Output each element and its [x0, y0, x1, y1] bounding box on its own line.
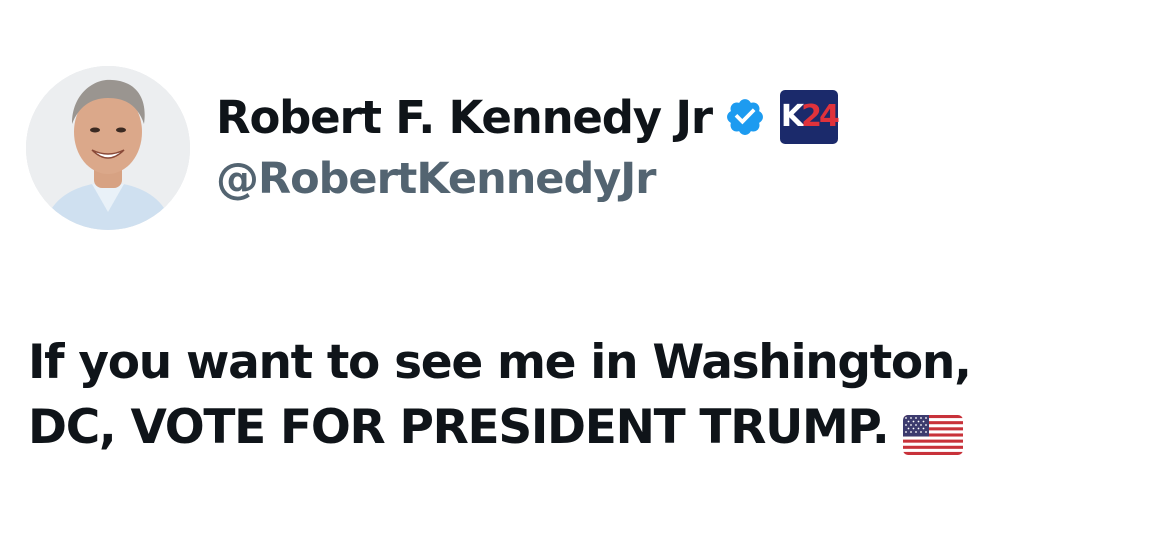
display-name[interactable]: Robert F. Kennedy Jr: [216, 91, 713, 144]
affiliate-badge-number: 24: [801, 99, 840, 134]
tweet-text-line: DC, VOTE FOR PRESIDENT TRUMP.: [28, 400, 890, 455]
avatar-photo: [26, 66, 190, 230]
user-handle[interactable]: @RobertKennedyJr: [216, 154, 838, 204]
tweet-header: Robert F. Kennedy Jr K 24 @RobertKennedyJ…: [216, 84, 840, 204]
avatar[interactable]: [26, 66, 190, 230]
tweet-text-line: If you want to see me in Washington,: [28, 335, 972, 390]
name-row: Robert F. Kennedy Jr K 24: [216, 84, 840, 150]
tweet-text: If you want to see me in Washington, DC,…: [28, 330, 1158, 460]
affiliate-badge-icon[interactable]: K 24: [779, 90, 840, 144]
us-flag-icon: [902, 407, 963, 455]
affiliate-badge-letter: K: [780, 99, 804, 134]
tweet-text-line-with-emoji: DC, VOTE FOR PRESIDENT TRUMP.: [28, 395, 1158, 460]
tweet-card: Robert F. Kennedy Jr K 24 @RobertKennedyJ…: [0, 0, 1175, 544]
verified-badge-icon: [724, 96, 766, 138]
